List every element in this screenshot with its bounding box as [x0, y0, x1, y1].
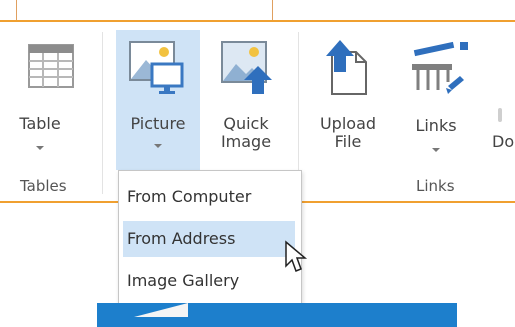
quick-image-label-line1: Quick: [223, 114, 269, 133]
picture-button-label: Picture: [130, 114, 186, 133]
chevron-down-icon: [36, 146, 44, 150]
menu-item-image-gallery[interactable]: Image Gallery: [123, 263, 295, 299]
picture-monitor-icon: [129, 41, 184, 94]
chevron-down-icon: [432, 148, 440, 152]
links-button[interactable]: Links: [396, 30, 476, 180]
links-button-label: Links: [415, 116, 457, 135]
menu-item-from-computer[interactable]: From Computer: [123, 179, 295, 215]
menu-item-from-address[interactable]: From Address: [123, 221, 295, 257]
quick-image-upload-icon: [221, 41, 272, 94]
table-grid-icon: [28, 44, 74, 88]
picture-button[interactable]: Picture: [116, 30, 200, 170]
table-button-label: Table: [19, 114, 61, 133]
group-separator: [102, 32, 103, 194]
mouse-pointer-icon: [285, 240, 308, 272]
top-divider: [272, 0, 273, 22]
quick-image-button[interactable]: Quick Image: [206, 30, 286, 170]
partial-icon: [498, 108, 502, 122]
top-divider: [16, 0, 17, 22]
table-button[interactable]: Table: [16, 26, 96, 176]
quick-image-label-line2: Image: [220, 132, 272, 151]
partial-button-label: Do: [492, 132, 515, 151]
upload-file-label-line2: File: [334, 132, 362, 151]
banner-decoration: [134, 303, 188, 317]
picture-dropdown-menu: From Computer From Address Image Gallery: [118, 170, 302, 308]
upload-file-icon: [326, 40, 367, 95]
partial-ribbon-button[interactable]: Do: [490, 30, 515, 170]
chevron-down-icon: [154, 144, 162, 148]
upload-file-button[interactable]: Upload File: [308, 30, 388, 170]
group-label-tables: Tables: [20, 177, 67, 195]
group-label-links: Links: [416, 177, 455, 195]
links-icon: [412, 41, 468, 94]
top-strip: [0, 0, 515, 22]
upload-file-label-line1: Upload: [319, 114, 377, 133]
